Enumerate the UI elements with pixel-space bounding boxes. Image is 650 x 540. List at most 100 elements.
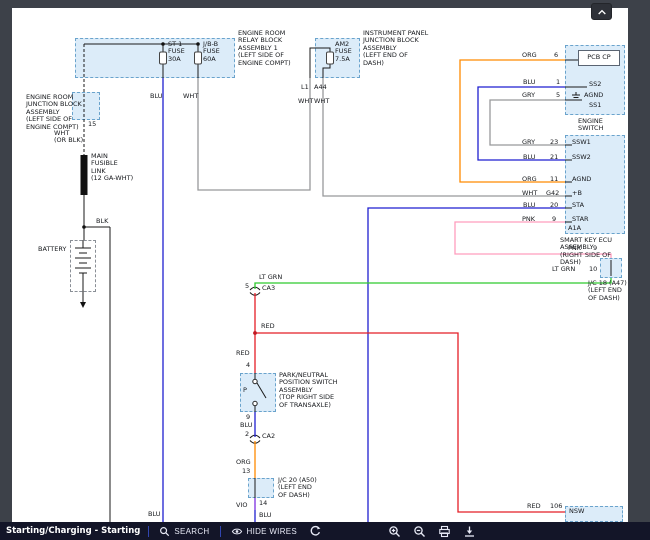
toolbar-separator: [220, 526, 221, 537]
collapse-panel-button[interactable]: [591, 3, 612, 20]
pin-label-4: 4: [246, 362, 250, 369]
pin-label-9: 9: [552, 216, 556, 223]
pin-label-9: 9: [593, 245, 597, 252]
wire-label-blu: BLU: [523, 154, 536, 161]
zoom-out-button[interactable]: [411, 525, 428, 538]
wire-label-red: RED: [236, 350, 250, 357]
wire-label-lt-grn: LT GRN: [259, 274, 282, 281]
pin-label-g42: G42: [546, 190, 559, 197]
wire-group-wht: [198, 78, 565, 196]
zoom-in-button[interactable]: [386, 525, 403, 538]
print-button[interactable]: [436, 525, 453, 538]
pin-label-14: 14: [259, 500, 267, 507]
junction-dots: [82, 42, 257, 335]
terminal-label-plus-b: +B: [572, 190, 582, 197]
wire-label-blu: BLU: [148, 511, 161, 518]
pin-label-6: 6: [554, 52, 558, 59]
connector-label-ca2: CA2: [262, 433, 275, 440]
reset-view-button[interactable]: [307, 525, 323, 537]
terminal-label-ssw2: SSW2: [572, 154, 591, 161]
terminal-label-sta: STA: [572, 202, 584, 209]
component-label-engine-switch: ENGINE SWITCH: [578, 118, 628, 133]
download-button[interactable]: [461, 525, 478, 538]
pin-label-2: 2: [245, 431, 249, 438]
terminal-label-star: STAR: [572, 216, 589, 223]
component-label-ip-jb: INSTRUMENT PANEL JUNCTION BLOCK ASSEMBLY…: [363, 30, 428, 67]
terminal-label-agnd: AGND: [572, 176, 591, 183]
wiring-diagram-viewer: ENGINE ROOM RELAY BLOCK ASSEMBLY 1 (LEFT…: [0, 0, 650, 540]
fuse-label-jbb: J/B-B FUSE 60A: [203, 41, 220, 63]
wire-label-org: ORG: [522, 176, 537, 183]
connector-label-ca3: CA3: [262, 285, 275, 292]
wire-label-wht: WHT: [183, 93, 198, 100]
terminal-label-p: P: [243, 387, 247, 394]
wire-label-wht: WHT: [298, 98, 313, 105]
pin-label-5: 5: [245, 283, 249, 290]
wire-group-ltgrn: [255, 278, 611, 289]
chevron-up-icon: [596, 7, 608, 17]
wire-label-wht-or-blk: WHT (OR BLK): [54, 130, 83, 145]
component-label-pn-switch: PARK/NEUTRAL POSITION SWITCH ASSEMBLY (T…: [279, 372, 338, 409]
component-label-jc20: J/C 20 (A50) (LEFT END OF DASH): [278, 477, 317, 499]
pin-label-a44: A44: [314, 84, 327, 91]
bottom-toolbar: Starting/Charging - Starting SEARCH HIDE…: [0, 522, 650, 540]
pin-label-13: 13: [242, 468, 250, 475]
toolbar-separator: [148, 526, 149, 537]
pin-label-106: 106: [550, 503, 562, 510]
terminal-label-ss1: SS1: [589, 102, 601, 109]
wire-label-blu: BLU: [523, 79, 536, 86]
wire-label-blu: BLU: [259, 512, 272, 519]
wire-label-org: ORG: [236, 459, 251, 466]
pin-label-21: 21: [550, 154, 558, 161]
pin-label-1: 1: [556, 79, 560, 86]
wire-label-gry: GRY: [522, 92, 535, 99]
pin-label-23: 23: [550, 139, 558, 146]
wire-label-blu: BLU: [523, 202, 536, 209]
wire-label-vio: VIO: [236, 502, 247, 509]
component-label-jc18: J/C 18 (A47) (LEFT END OF DASH): [588, 280, 627, 302]
hide-wires-label: HIDE WIRES: [247, 527, 298, 536]
wire-label-wht: WHT: [314, 98, 329, 105]
pin-label-11: 11: [550, 176, 558, 183]
zoom-out-icon: [413, 525, 426, 538]
wire-label-red: RED: [261, 323, 275, 330]
fuse-label-st1: ST 1 FUSE 30A: [168, 41, 185, 63]
diagram-tab-title: Starting/Charging - Starting: [6, 526, 140, 536]
wire-label-blu: BLU: [240, 422, 253, 429]
reset-view-icon: [309, 525, 321, 537]
wire-label-wht: WHT: [522, 190, 537, 197]
pin-label-20: 20: [550, 202, 558, 209]
terminal-label-ss2: SS2: [589, 81, 601, 88]
wire-label-gry: GRY: [522, 139, 535, 146]
fuse-label-am2: AM2 FUSE 7.5A: [335, 41, 352, 63]
wire-label-lt-grn: LT GRN: [552, 266, 575, 273]
zoom-in-icon: [388, 525, 401, 538]
component-label-pcb-cp: PCB CP: [579, 54, 619, 61]
component-label-junction-block: ENGINE ROOM JUNCTION BLOCK ASSEMBLY (LEF…: [26, 94, 82, 131]
wire-group-org: [255, 60, 565, 478]
wire-label-blu: BLU: [150, 93, 163, 100]
terminal-label-agnd: AGND: [584, 92, 603, 99]
pin-label-5: 5: [556, 92, 560, 99]
pin-label-l1: L1: [301, 84, 309, 91]
component-label-fusible-link: MAIN FUSIBLE LINK (12 GA-WHT): [91, 153, 133, 183]
print-icon: [438, 525, 451, 538]
wire-label-org: ORG: [522, 52, 537, 59]
component-label-battery: BATTERY: [38, 246, 66, 253]
download-icon: [463, 525, 476, 538]
terminal-label-nsw: NSW: [569, 508, 584, 515]
wire-label-pnk: PNK: [522, 216, 535, 223]
hide-wires-button[interactable]: HIDE WIRES: [229, 526, 300, 537]
search-icon: [159, 526, 170, 537]
search-button[interactable]: SEARCH: [157, 526, 211, 537]
component-label-relay-block: ENGINE ROOM RELAY BLOCK ASSEMBLY 1 (LEFT…: [238, 30, 291, 67]
terminal-label-ssw1: SSW1: [572, 139, 591, 146]
connector-label-a1a: A1A: [568, 225, 581, 232]
pin-label-10: 10: [589, 266, 597, 273]
search-label: SEARCH: [174, 527, 209, 536]
wire-label-red: RED: [527, 503, 541, 510]
diagram-canvas[interactable]: ENGINE ROOM RELAY BLOCK ASSEMBLY 1 (LEFT…: [12, 8, 628, 522]
pin-label-15: 15: [88, 121, 96, 128]
wire-label-pnk: PNK: [568, 245, 581, 252]
wire-label-blk: BLK: [96, 218, 108, 225]
